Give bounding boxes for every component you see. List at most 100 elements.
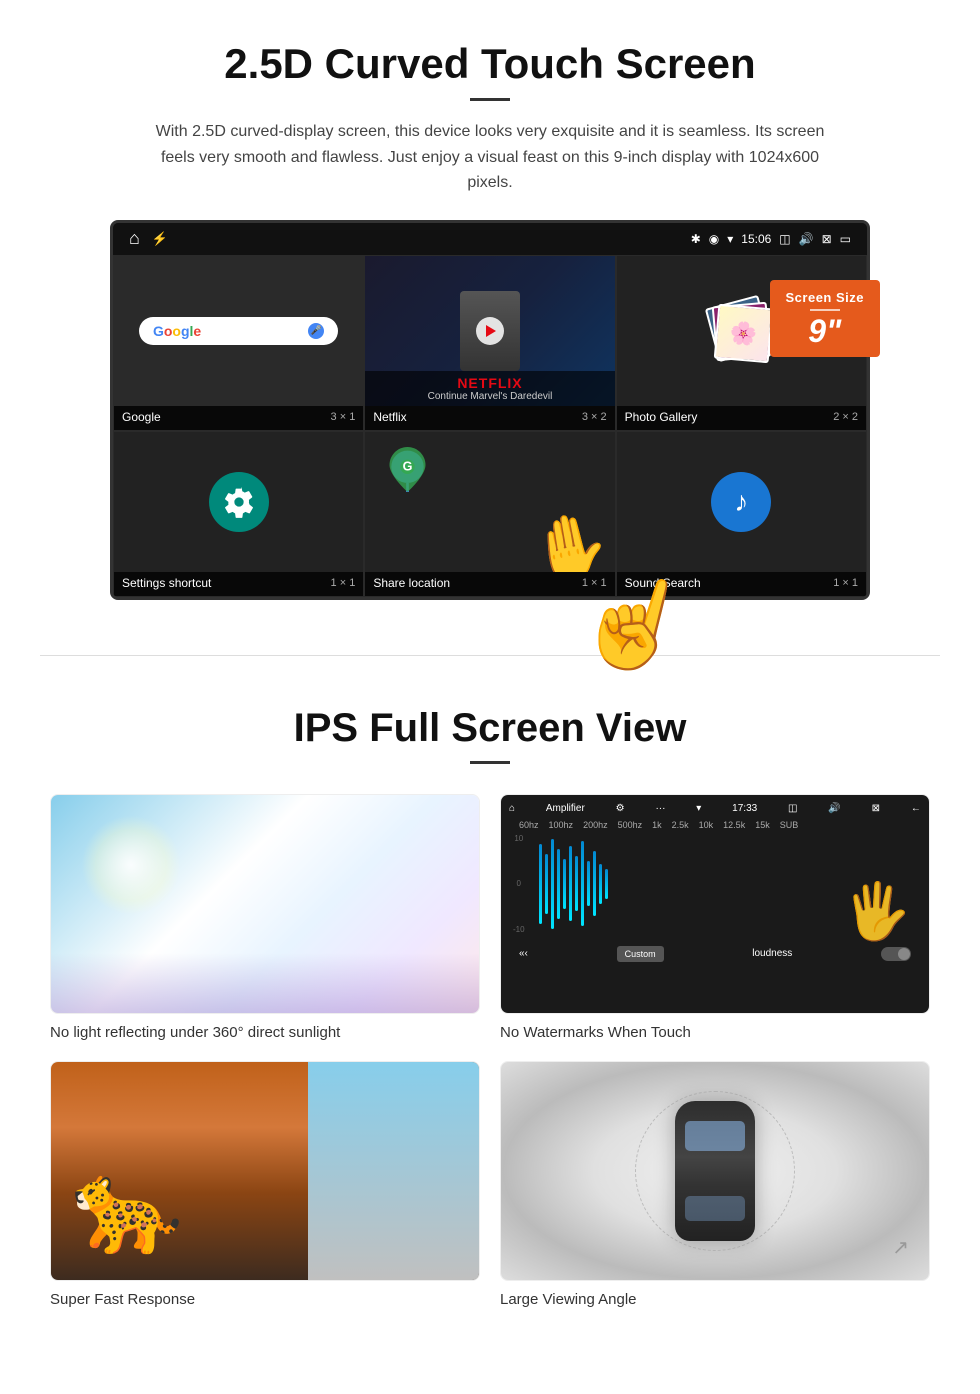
cheetah-card: 🐆 Super Fast Response — [50, 1061, 480, 1308]
music-note-icon: ♪ — [734, 486, 748, 518]
amplifier-image: ⌂ Amplifier ⚙ ··· ▾ 17:33 ◫ 🔊 ⊠ ← 60hz 1… — [500, 794, 930, 1014]
badge-size: 9" — [786, 315, 865, 347]
bluetooth-icon: ✱ — [691, 232, 701, 246]
google-label: Google 3 × 1 — [114, 406, 363, 430]
photo-card-3: 🌸 — [714, 303, 774, 363]
sound-search-app-cell[interactable]: ♪ Sound Search 1 × 1 — [616, 431, 867, 597]
google-app-cell[interactable]: Google 🎤 Google 3 × 1 — [113, 255, 364, 431]
share-location-app-cell[interactable]: G 🤚 Share location 1 × 1 — [364, 431, 615, 597]
section-divider — [40, 655, 940, 656]
cheetah-background: 🐆 — [51, 1062, 479, 1280]
google-mic-icon: 🎤 — [308, 323, 324, 339]
maps-icon: G — [385, 447, 430, 492]
share-label: Share location 1 × 1 — [365, 572, 614, 596]
share-app-name: Share location — [373, 576, 450, 590]
google-grid-size: 3 × 1 — [331, 411, 356, 423]
eq-freq-10k: 10k — [699, 820, 714, 830]
google-search-bar: Google 🎤 — [139, 317, 338, 345]
amp-controls: «‹ Custom loudness — [509, 942, 921, 966]
google-logo: Google — [153, 323, 201, 339]
flower-icon: 🌸 — [716, 306, 771, 361]
sunlight-image — [50, 794, 480, 1014]
cheetah-caption: Super Fast Response — [50, 1291, 480, 1308]
eq-bar-10 — [593, 851, 596, 916]
amp-home-icon: ⌂ — [509, 803, 515, 814]
section2-title: IPS Full Screen View — [50, 706, 930, 751]
car-image: ↗ — [500, 1061, 930, 1281]
netflix-app-cell[interactable]: NETFLIX Continue Marvel's Daredevil Netf… — [364, 255, 615, 431]
car-card: ↗ Large Viewing Angle — [500, 1061, 930, 1308]
screen-size-badge: Screen Size 9" — [770, 280, 881, 357]
eq-bar-7 — [575, 856, 578, 911]
amp-settings-icon: ⚙ — [616, 803, 625, 814]
settings-icon-circle — [209, 472, 269, 532]
google-app-name: Google — [122, 410, 161, 424]
settings-app-cell[interactable]: Settings shortcut 1 × 1 — [113, 431, 364, 597]
amp-title: Amplifier — [546, 803, 585, 814]
cheetah-image: 🐆 — [50, 1061, 480, 1281]
custom-mode-button[interactable]: Custom — [617, 946, 664, 962]
eq-freq-100: 100hz — [549, 820, 574, 830]
eq-bar-2 — [545, 854, 548, 914]
close-icon: ⊠ — [822, 232, 832, 246]
badge-divider — [810, 309, 840, 311]
amp-camera-icon: ◫ — [788, 803, 797, 814]
equalizer-bars: 100-10 — [509, 834, 921, 934]
sunlight-card: No light reflecting under 360° direct su… — [50, 794, 480, 1041]
eq-bar-9 — [587, 861, 590, 906]
car-windshield — [685, 1121, 745, 1151]
viewing-angle-circle — [635, 1091, 795, 1251]
netflix-logo: NETFLIX — [373, 375, 606, 391]
gear-icon — [223, 486, 255, 518]
device-mockup: Screen Size 9" ⌂ ⚡ ✱ ◉ ▾ 15:06 ◫ 🔊 ⊠ — [110, 220, 870, 600]
window-icon: ▭ — [840, 232, 851, 246]
amp-dots-icon: ··· — [655, 803, 665, 814]
amp-wifi-icon: ▾ — [696, 803, 701, 814]
eq-freq-15k: 15k — [755, 820, 770, 830]
amp-header: ⌂ Amplifier ⚙ ··· ▾ 17:33 ◫ 🔊 ⊠ ← — [509, 803, 921, 814]
camera-icon: ◫ — [779, 232, 790, 246]
netflix-content: NETFLIX Continue Marvel's Daredevil — [365, 256, 614, 406]
sound-grid-size: 1 × 1 — [833, 577, 858, 589]
section-ips: IPS Full Screen View No light reflecting… — [0, 676, 980, 1348]
gallery-label: Photo Gallery 2 × 2 — [617, 406, 866, 430]
section1-divider — [470, 98, 510, 101]
car-rear-window — [685, 1196, 745, 1221]
eq-bar-11 — [599, 864, 602, 904]
amp-hand-touch-icon: 🖐 — [843, 879, 911, 944]
amp-nav-back: «‹ — [519, 948, 528, 959]
sunlight-caption: No light reflecting under 360° direct su… — [50, 1024, 480, 1041]
loudness-toggle[interactable] — [881, 947, 911, 961]
time-display: 15:06 — [741, 232, 771, 246]
badge-label: Screen Size — [786, 290, 865, 305]
eq-bar-5 — [563, 859, 566, 909]
amp-volume-icon: 🔊 — [828, 803, 840, 814]
play-button[interactable] — [476, 317, 504, 345]
wifi-icon: ▾ — [727, 232, 733, 246]
svg-text:G: G — [403, 459, 413, 473]
photo-stack: 🌸 — [706, 296, 776, 366]
cheetah-silhouette-icon: 🐆 — [71, 1155, 183, 1260]
gallery-app-name: Photo Gallery — [625, 410, 698, 424]
settings-grid-size: 1 × 1 — [331, 577, 356, 589]
sky-background — [51, 795, 479, 1013]
status-bar: ⌂ ⚡ ✱ ◉ ▾ 15:06 ◫ 🔊 ⊠ ▭ — [113, 223, 867, 255]
eq-freq-60: 60hz — [519, 820, 539, 830]
device-screen: ⌂ ⚡ ✱ ◉ ▾ 15:06 ◫ 🔊 ⊠ ▭ — [110, 220, 870, 600]
gallery-grid-size: 2 × 2 — [833, 411, 858, 423]
eq-freq-500: 500hz — [618, 820, 643, 830]
eq-bar-12 — [605, 869, 608, 899]
car-background: ↗ — [501, 1062, 929, 1280]
eq-freq-12k5: 12.5k — [723, 820, 745, 830]
amplifier-card: ⌂ Amplifier ⚙ ··· ▾ 17:33 ◫ 🔊 ⊠ ← 60hz 1… — [500, 794, 930, 1041]
car-caption: Large Viewing Angle — [500, 1291, 930, 1308]
image-grid: No light reflecting under 360° direct su… — [50, 794, 930, 1308]
settings-content — [114, 432, 363, 572]
eq-bar-3 — [551, 839, 554, 929]
google-content: Google 🎤 — [114, 256, 363, 406]
amp-back-icon: ← — [911, 803, 921, 814]
section1-title: 2.5D Curved Touch Screen — [60, 40, 920, 88]
sun-glare — [81, 815, 181, 915]
amp-time: 17:33 — [732, 803, 757, 814]
section-curved-screen: 2.5D Curved Touch Screen With 2.5D curve… — [0, 0, 980, 635]
